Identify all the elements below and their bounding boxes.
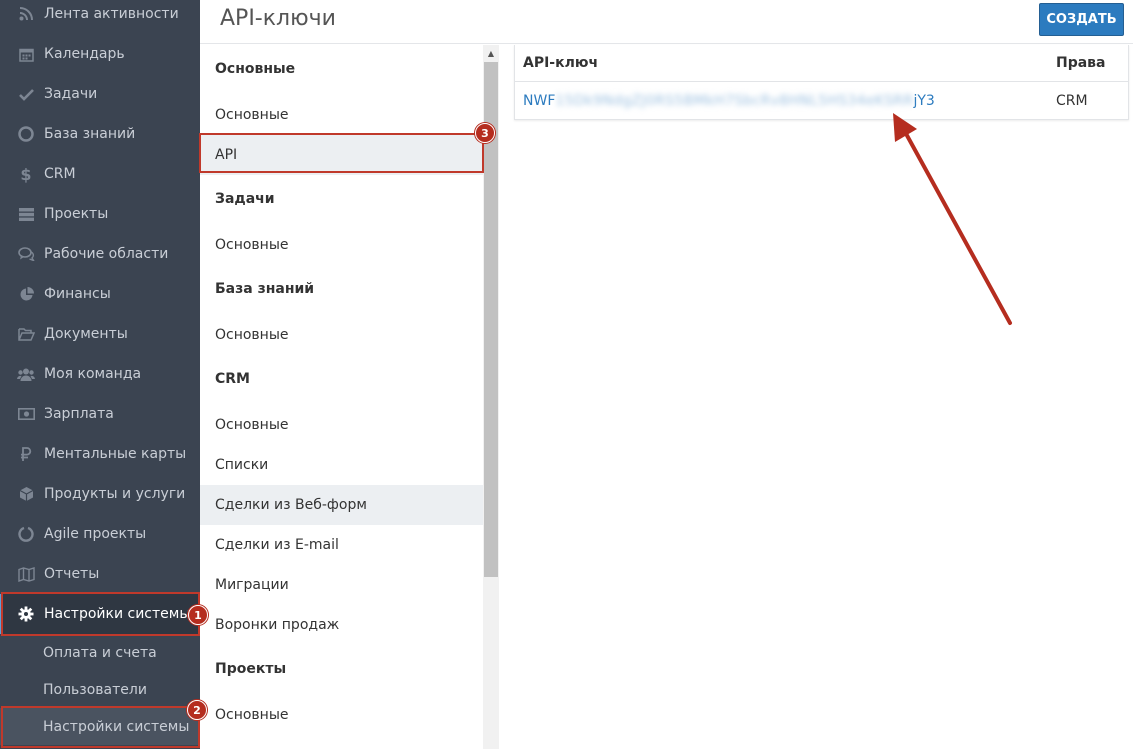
circle-notch-icon bbox=[17, 525, 35, 543]
ruble-icon bbox=[17, 445, 35, 463]
sidebar-item-label: Продукты и услуги bbox=[44, 486, 186, 502]
table-row: NWF15Dk9NdgZJ0RS5BMkH7SbcRv8HNL5HS34eKSR… bbox=[515, 82, 1128, 119]
settings-menu-scrollbar[interactable]: ▲ bbox=[483, 45, 499, 749]
sidebar-item-agile-projects[interactable]: Agile проекты bbox=[0, 514, 200, 554]
scroll-up-arrow-icon[interactable]: ▲ bbox=[483, 45, 499, 61]
sidebar-item-label: CRM bbox=[44, 166, 76, 182]
settings-menu: Основные Основные API Задачи Основные Ба… bbox=[200, 45, 483, 749]
sidebar-item-products-services[interactable]: Продукты и услуги bbox=[0, 474, 200, 514]
sidebar-item-system-settings[interactable]: Настройки системы bbox=[0, 594, 200, 634]
sidebar-item-label: Лента активности bbox=[44, 6, 179, 22]
sidebar-item-label: База знаний bbox=[44, 126, 136, 142]
annotation-marker-1: 1 bbox=[188, 605, 208, 625]
page-header: API-ключи Создать bbox=[200, 0, 1133, 44]
column-header-rights: Права bbox=[1056, 55, 1106, 71]
sidebar-item-projects[interactable]: Проекты bbox=[0, 194, 200, 234]
sidebar-item-label: Документы bbox=[44, 326, 128, 342]
sidebar-item-tasks[interactable]: Задачи bbox=[0, 74, 200, 114]
sidebar-item-label: Зарплата bbox=[44, 406, 114, 422]
sidebar-subitem-label: Настройки системы bbox=[43, 718, 190, 735]
sidebar-item-finance[interactable]: Финансы bbox=[0, 274, 200, 314]
gear-icon bbox=[17, 605, 35, 623]
sidebar-subitem-system-settings[interactable]: Настройки системы bbox=[0, 708, 200, 745]
sidebar-item-salary[interactable]: Зарплата bbox=[0, 394, 200, 434]
sidebar-item-label: Настройки системы bbox=[44, 606, 191, 622]
check-icon bbox=[17, 85, 35, 103]
sidebar-subitem-users[interactable]: Пользователи bbox=[0, 671, 200, 708]
sidebar-item-calendar[interactable]: Календарь bbox=[0, 34, 200, 74]
main-sidebar: Лента активности Календарь Задачи База з… bbox=[0, 0, 200, 749]
sidebar-item-my-team[interactable]: Моя команда bbox=[0, 354, 200, 394]
menu-group-title: База знаний bbox=[215, 281, 315, 297]
menu-item-crm-lists[interactable]: Списки bbox=[200, 445, 483, 485]
sidebar-item-knowledge-base[interactable]: База знаний bbox=[0, 114, 200, 154]
map-icon bbox=[17, 565, 35, 583]
create-button[interactable]: Создать bbox=[1039, 3, 1124, 36]
sidebar-item-activity-feed[interactable]: Лента активности bbox=[0, 0, 200, 34]
dollar-icon: $ bbox=[20, 164, 32, 184]
sidebar-item-label: Проекты bbox=[44, 206, 109, 222]
menu-group-title: Задачи bbox=[215, 191, 275, 207]
menu-item-crm-general[interactable]: Основные bbox=[200, 405, 483, 445]
sidebar-item-label: Календарь bbox=[44, 46, 125, 62]
folder-open-icon bbox=[17, 325, 35, 343]
comments-icon bbox=[17, 245, 35, 263]
menu-item-api[interactable]: API bbox=[200, 135, 483, 175]
annotation-marker-3: 3 bbox=[475, 123, 495, 143]
content-area: API-ключ Права NWF15Dk9NdgZJ0RS5BMkH7Sbc… bbox=[499, 45, 1133, 749]
menu-item-crm-webform-deals[interactable]: Сделки из Веб-форм bbox=[200, 485, 483, 525]
sidebar-item-workspaces[interactable]: Рабочие области bbox=[0, 234, 200, 274]
api-key-end: jY3 bbox=[913, 92, 935, 109]
sidebar-item-label: Моя команда bbox=[44, 366, 142, 382]
rss-icon bbox=[17, 5, 35, 23]
sidebar-subitem-billing[interactable]: Оплата и счета bbox=[0, 634, 200, 671]
menu-item-crm-email-deals[interactable]: Сделки из E-mail bbox=[200, 525, 483, 565]
menu-group-title: CRM bbox=[215, 371, 250, 387]
cube-icon bbox=[17, 485, 35, 503]
api-key-link[interactable]: NWF15Dk9NdgZJ0RS5BMkH7SbcRv8HNL5HS34eKSR… bbox=[523, 93, 935, 109]
menu-group-title: Основные bbox=[215, 61, 296, 77]
rights-cell: CRM bbox=[1056, 92, 1088, 109]
menu-item-projects-general[interactable]: Основные bbox=[200, 695, 483, 735]
sidebar-item-mind-maps[interactable]: Ментальные карты bbox=[0, 434, 200, 474]
menu-item-crm-migrations[interactable]: Миграции bbox=[200, 565, 483, 605]
sidebar-item-label: Задачи bbox=[44, 86, 98, 102]
annotation-marker-2: 2 bbox=[187, 700, 207, 720]
users-icon bbox=[17, 365, 35, 383]
column-header-api-key: API-ключ bbox=[523, 55, 599, 71]
api-keys-table: API-ключ Права NWF15Dk9NdgZJ0RS5BMkH7Sbc… bbox=[514, 45, 1129, 120]
sidebar-item-reports[interactable]: Отчеты bbox=[0, 554, 200, 594]
api-key-hidden: 15Dk9NdgZJ0RS5BMkH7SbcRv8HNL5HS34eKSRR bbox=[555, 92, 914, 109]
sidebar-item-label: Рабочие области bbox=[44, 246, 169, 262]
sidebar-subitem-label: Оплата и счета bbox=[43, 644, 157, 661]
sidebar-item-label: Финансы bbox=[44, 286, 111, 302]
server-icon bbox=[17, 205, 35, 223]
page-title: API-ключи bbox=[220, 6, 336, 31]
sidebar-item-label: Ментальные карты bbox=[44, 446, 187, 462]
calendar-icon bbox=[17, 45, 35, 63]
menu-item-knowledge-general[interactable]: Основные bbox=[200, 315, 483, 355]
sidebar-item-crm[interactable]: $ CRM bbox=[0, 154, 200, 194]
sidebar-item-documents[interactable]: Документы bbox=[0, 314, 200, 354]
menu-item-tasks-general[interactable]: Основные bbox=[200, 225, 483, 265]
menu-group-title: Проекты bbox=[215, 661, 287, 677]
table-header-row: API-ключ Права bbox=[515, 45, 1128, 82]
money-icon bbox=[17, 405, 35, 423]
sidebar-subitem-label: Пользователи bbox=[43, 681, 147, 698]
pie-chart-icon bbox=[17, 285, 35, 303]
api-key-start: NWF bbox=[523, 92, 556, 109]
menu-item-crm-sales-funnels[interactable]: Воронки продаж bbox=[200, 605, 483, 645]
lifebuoy-icon bbox=[17, 125, 35, 143]
menu-item-general[interactable]: Основные bbox=[200, 95, 483, 135]
api-key-cell: NWF15Dk9NdgZJ0RS5BMkH7SbcRv8HNL5HS34eKSR… bbox=[515, 93, 1056, 109]
sidebar-item-label: Отчеты bbox=[44, 566, 100, 582]
sidebar-item-label: Agile проекты bbox=[44, 526, 147, 542]
